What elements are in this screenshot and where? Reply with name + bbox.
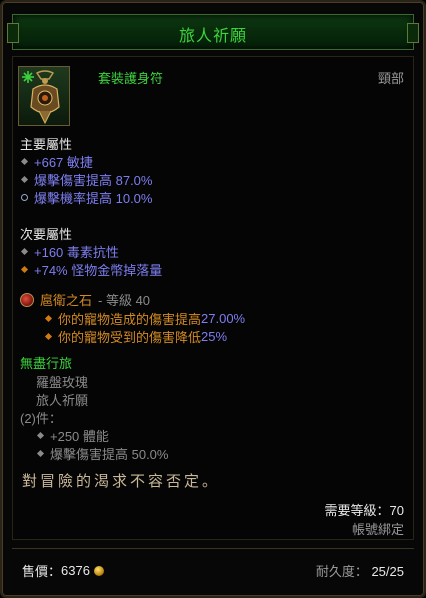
durability-label: 耐久度： xyxy=(315,564,368,579)
set-name: 無盡行旅 xyxy=(20,356,73,371)
secondary-affix: +74% 怪物金幣掉落量 xyxy=(20,260,162,279)
set-piece: 旅人祈願 xyxy=(36,393,89,408)
diamond-bullet-icon xyxy=(20,265,29,274)
sell-label: 售價： xyxy=(22,564,62,579)
durability: 耐久度： 25/25 xyxy=(316,561,404,580)
required-level: 需要等級：70 xyxy=(324,503,404,518)
item-name: 旅人祈願 xyxy=(178,28,247,45)
primary-affix: 爆擊機率提高 10.0% xyxy=(20,188,152,207)
durability-value: 25/25 xyxy=(371,564,404,579)
primary-header: 主要屬性 xyxy=(20,137,73,152)
ring-bullet-icon xyxy=(21,194,28,201)
socket-gem: 扈衛之石 - 等級 40 xyxy=(20,290,150,309)
secondary-affix: +160 毒素抗性 xyxy=(20,242,119,261)
gem-effect: 你的寵物受到的傷害降低 25% xyxy=(44,327,227,346)
gem-level: - 等級 40 xyxy=(98,293,151,308)
diamond-bullet-icon xyxy=(20,247,29,256)
item-icon-frame xyxy=(18,66,70,126)
set-piece: 羅盤玫瑰 xyxy=(36,375,89,390)
flavor-text: 對冒險的渴求不容否定。 xyxy=(22,472,221,490)
item-type: 套裝護身符 xyxy=(98,71,164,86)
set-bonus: +250 體能 xyxy=(36,426,109,445)
gem-icon xyxy=(20,292,34,307)
sell-price: 售價： 6376 xyxy=(22,561,104,580)
diamond-bullet-icon xyxy=(36,431,45,440)
tooltip-title-bar: 旅人祈願 xyxy=(7,14,419,50)
primary-affix: +667 敏捷 xyxy=(20,152,93,171)
amulet-icon xyxy=(22,70,60,125)
tooltip-footer: 售價： 6376 耐久度： 25/25 xyxy=(12,548,414,586)
gold-coin-icon xyxy=(93,565,104,576)
secondary-header: 次要屬性 xyxy=(20,227,73,242)
diamond-bullet-icon xyxy=(20,157,29,166)
primary-affix: 爆擊傷害提高 87.0% xyxy=(20,170,152,189)
gem-name: 扈衛之石 xyxy=(40,293,93,308)
sell-value: 6376 xyxy=(61,563,90,578)
diamond-bullet-icon xyxy=(20,175,29,184)
binding-status: 帳號綁定 xyxy=(351,522,404,537)
item-slot: 頸部 xyxy=(377,71,404,86)
diamond-bullet-icon xyxy=(44,314,53,323)
diamond-bullet-icon xyxy=(44,332,53,341)
set-bonus: 爆擊傷害提高 50.0% xyxy=(36,444,168,463)
diamond-bullet-icon xyxy=(36,449,45,458)
gem-effect: 你的寵物造成的傷害提高 27.00% xyxy=(44,309,245,328)
set-bonus-header: (2)件： xyxy=(20,411,62,426)
